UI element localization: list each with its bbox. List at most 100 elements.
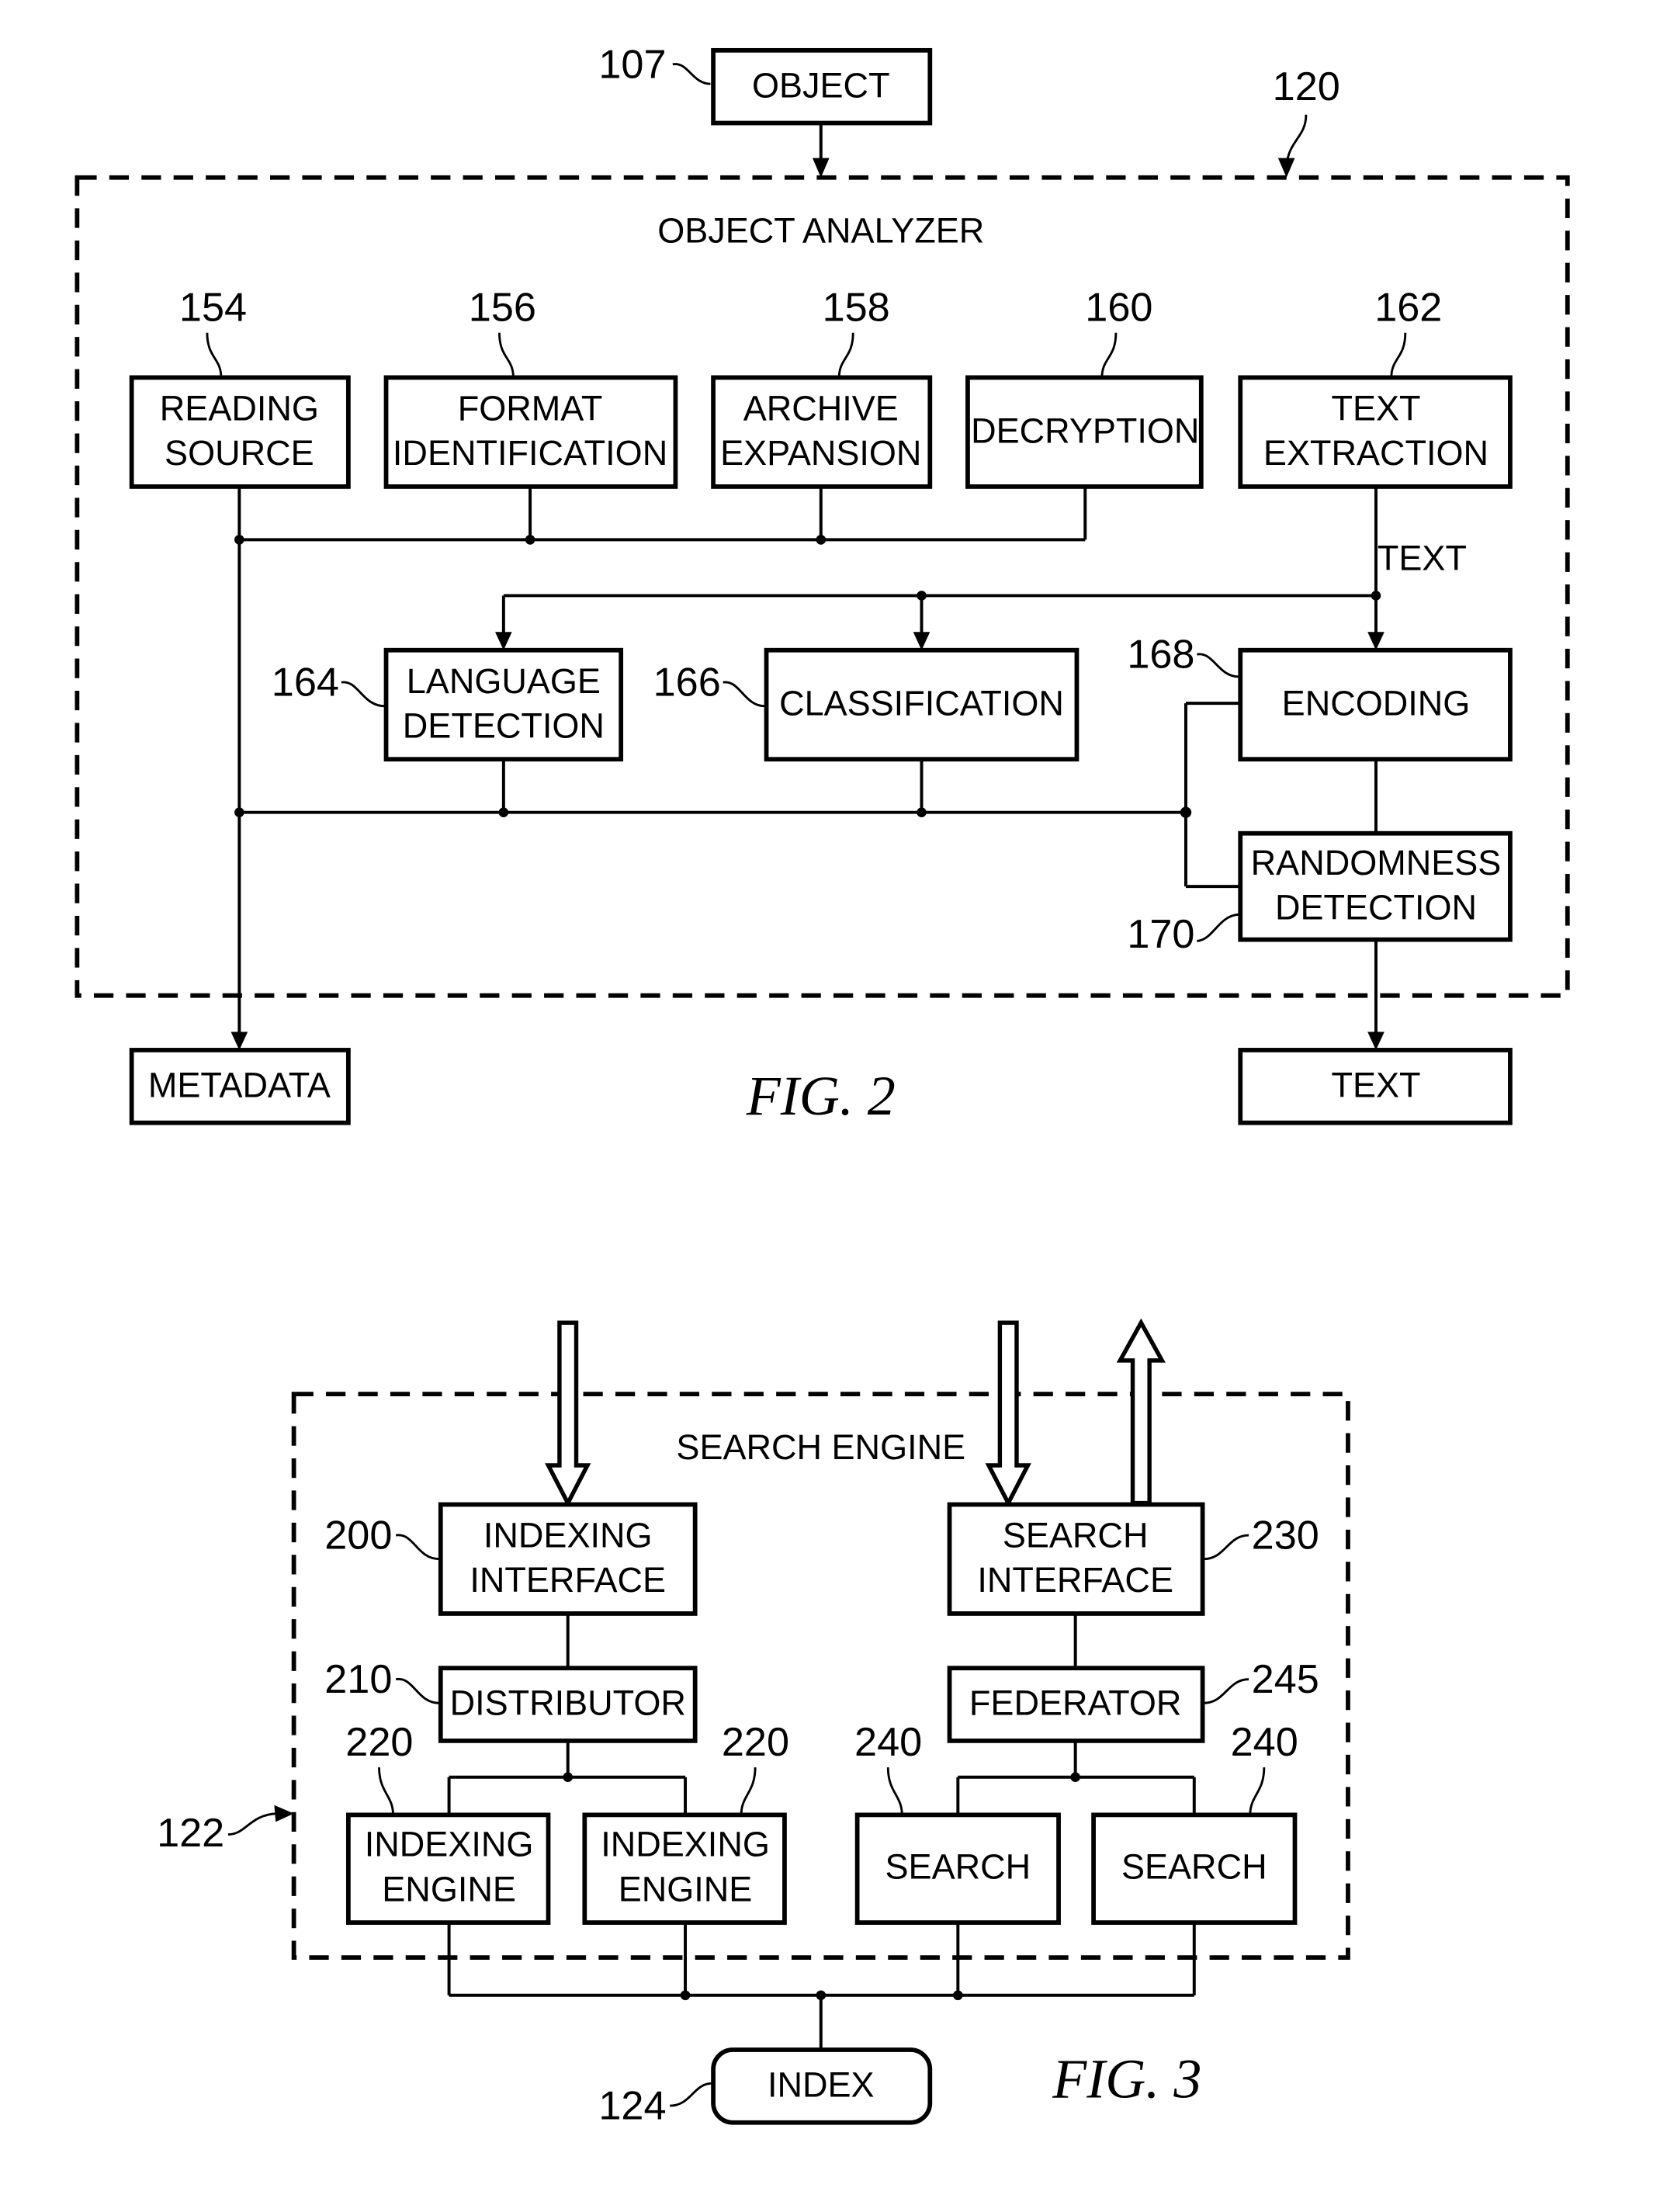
ref-107: 107	[598, 42, 666, 87]
svg-text:ENGINE: ENGINE	[619, 1869, 753, 1909]
leader-156	[498, 332, 515, 378]
module-federator: FEDERATOR	[947, 1666, 1205, 1743]
leader-160	[1100, 332, 1118, 378]
leader-154	[206, 332, 223, 378]
fig3-diagram: SEARCH ENGINE 122 INDEXING INTERFACE 200…	[157, 1318, 1350, 2128]
svg-text:EXTRACTION: EXTRACTION	[1263, 433, 1488, 473]
ref-240-right: 240	[1231, 1720, 1298, 1765]
svg-text:FORMAT: FORMAT	[458, 389, 603, 428]
leader-170	[1197, 913, 1239, 942]
ref-154: 154	[179, 286, 247, 331]
svg-text:ENGINE: ENGINE	[382, 1869, 516, 1909]
leader-210	[395, 1678, 440, 1704]
module-search-interface: SEARCH INTERFACE	[947, 1502, 1205, 1616]
indexing-input-arrow	[545, 1320, 591, 1508]
svg-text:DISTRIBUTOR: DISTRIBUTOR	[450, 1683, 686, 1723]
object-analyzer-title: OBJECT ANALYZER	[657, 211, 984, 251]
svg-text:SEARCH: SEARCH	[1121, 1847, 1267, 1887]
leader-120	[1285, 114, 1308, 165]
leader-162	[1390, 332, 1407, 378]
index-storage: INDEX	[711, 2047, 933, 2125]
module-reading-source: READING SOURCE	[129, 375, 351, 489]
arrowhead	[812, 158, 830, 178]
search-results-output-arrow	[1116, 1318, 1166, 1506]
ref-156: 156	[469, 286, 536, 331]
module-indexing-engine-1: INDEXING ENGINE	[345, 1812, 551, 1925]
leader-164	[341, 681, 385, 708]
ref-245: 245	[1252, 1657, 1319, 1702]
svg-text:INDEXING: INDEXING	[483, 1516, 653, 1555]
leader-230	[1204, 1534, 1249, 1561]
ref-220-left: 220	[345, 1720, 413, 1765]
leader-124	[670, 2082, 712, 2107]
svg-text:TEXT: TEXT	[1331, 389, 1420, 428]
fig2-caption: FIG. 2	[746, 1065, 896, 1127]
svg-text:FEDERATOR: FEDERATOR	[969, 1683, 1181, 1723]
ref-220-right: 220	[722, 1720, 789, 1765]
ref-158: 158	[823, 286, 890, 331]
svg-text:INDEX: INDEX	[768, 2065, 875, 2105]
svg-text:READING: READING	[160, 389, 319, 428]
arrowhead	[1367, 1031, 1384, 1050]
module-encoding: ENCODING	[1238, 647, 1513, 762]
svg-text:ARCHIVE: ARCHIVE	[743, 389, 899, 428]
arrowhead	[230, 1031, 248, 1050]
module-distributor: DISTRIBUTOR	[438, 1666, 698, 1743]
ref-160: 160	[1085, 286, 1152, 331]
ref-164: 164	[272, 660, 339, 706]
leader-122	[227, 1812, 278, 1836]
svg-text:INDEXING: INDEXING	[601, 1825, 770, 1864]
module-indexing-engine-2: INDEXING ENGINE	[582, 1812, 787, 1925]
svg-text:INTERFACE: INTERFACE	[977, 1560, 1173, 1600]
patent-drawing-sheet: OBJECT 107 OBJECT ANALYZER 120 READING S…	[75, 42, 1570, 2128]
leader-107	[672, 63, 711, 85]
leader-158	[837, 332, 854, 378]
ref-162: 162	[1374, 286, 1442, 331]
ref-200: 200	[324, 1513, 392, 1558]
ref-122: 122	[157, 1811, 224, 1856]
fig2-diagram: OBJECT 107 OBJECT ANALYZER 120 READING S…	[75, 42, 1570, 1127]
svg-text:DETECTION: DETECTION	[1275, 888, 1477, 927]
leader-220-right	[740, 1767, 757, 1815]
module-format-identification: FORMAT IDENTIFICATION	[383, 375, 678, 489]
output-text: TEXT	[1238, 1048, 1513, 1125]
federator-fanout	[956, 1740, 1196, 1815]
leader-240-right	[1249, 1767, 1266, 1815]
svg-text:TEXT: TEXT	[1331, 1065, 1420, 1104]
svg-text:DETECTION: DETECTION	[403, 706, 605, 745]
svg-text:INDEXING: INDEXING	[365, 1825, 534, 1864]
module-randomness-detection: RANDOMNESS DETECTION	[1238, 830, 1513, 942]
leader-200	[395, 1534, 440, 1561]
svg-text:ENCODING: ENCODING	[1282, 684, 1471, 723]
ref-230: 230	[1252, 1513, 1319, 1558]
svg-text:LANGUAGE: LANGUAGE	[407, 661, 601, 701]
ref-170: 170	[1127, 912, 1194, 957]
ref-124: 124	[598, 2083, 666, 2128]
ref-120: 120	[1273, 64, 1340, 109]
module-indexing-interface: INDEXING INTERFACE	[438, 1502, 698, 1616]
svg-text:CLASSIFICATION: CLASSIFICATION	[779, 684, 1064, 723]
arrowhead	[1277, 158, 1295, 178]
leader-240-left	[886, 1767, 903, 1815]
module-search-2: SEARCH	[1091, 1812, 1298, 1925]
distributor-fanout	[447, 1740, 688, 1815]
module-archive-expansion: ARCHIVE EXPANSION	[711, 375, 933, 489]
text-bus	[495, 486, 1384, 650]
module-text-extraction: TEXT EXTRACTION	[1238, 375, 1513, 489]
metadata-bus-top	[234, 486, 1087, 1038]
ref-168: 168	[1127, 633, 1194, 678]
ref-210: 210	[324, 1657, 392, 1702]
text-wire-label: TEXT	[1378, 538, 1467, 577]
object-input-label: OBJECT	[752, 65, 890, 105]
ref-166: 166	[653, 660, 721, 706]
leader-245	[1204, 1678, 1249, 1704]
svg-text:SEARCH: SEARCH	[885, 1847, 1031, 1887]
output-metadata: METADATA	[129, 1048, 351, 1125]
svg-text:SEARCH: SEARCH	[1003, 1516, 1149, 1555]
search-query-input-arrow	[985, 1320, 1031, 1508]
svg-text:SOURCE: SOURCE	[165, 433, 314, 473]
svg-text:RANDOMNESS: RANDOMNESS	[1251, 843, 1502, 882]
leader-220-left	[378, 1767, 394, 1815]
module-decryption: DECRYPTION	[965, 375, 1204, 489]
module-classification: CLASSIFICATION	[764, 647, 1080, 762]
